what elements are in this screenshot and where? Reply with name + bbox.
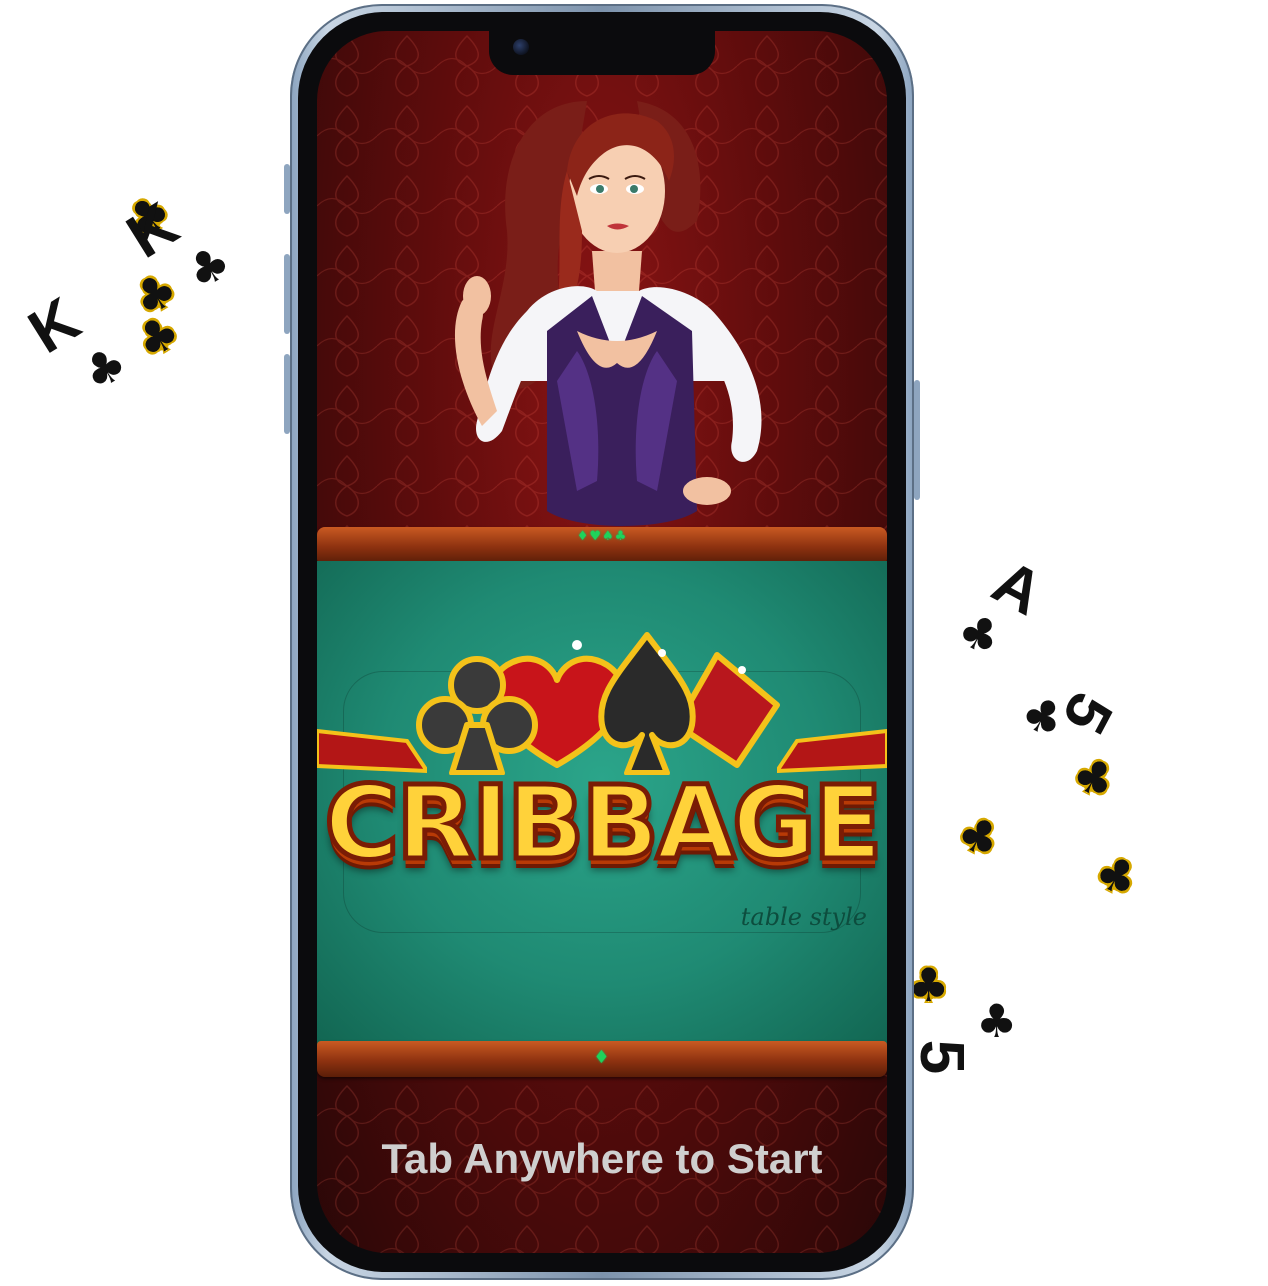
game-title: CRIBBAGE [322, 764, 885, 883]
card-rank: 5 [907, 1039, 977, 1075]
phone-silent-switch [284, 164, 290, 214]
phone-volume-up-button [284, 254, 290, 334]
club-suit-icon: ♣ [976, 994, 1018, 1048]
game-subtitle: table style [740, 903, 867, 931]
phone-notch [489, 31, 715, 75]
phone-volume-down-button [284, 354, 290, 434]
club-suit-icon: ♣ [1063, 744, 1126, 812]
diamond-gem-icon: ♦ [593, 1047, 611, 1068]
start-prompt[interactable]: Tab Anywhere to Start [317, 1135, 887, 1183]
club-suit-icon: ♣ [1086, 842, 1148, 910]
club-suit-icon: ♣ [908, 958, 950, 1012]
table-rail-top: ♦♥♠♣ [317, 527, 887, 563]
playing-card-five-clubs-2: ♣ ♣ 5 [900, 960, 1090, 1230]
dealer-illustration [454, 101, 762, 526]
camera-icon [513, 39, 529, 55]
table-rail-bottom: ♦ [317, 1041, 887, 1077]
game-screen[interactable]: ♦♥♠♣ ♦ CRIBBAGE table style Tab Anywhere… [317, 31, 887, 1253]
phone-frame: ♦♥♠♣ ♦ CRIBBAGE table style Tab Anywhere… [284, 4, 920, 1280]
suit-gems-icon: ♦♥♠♣ [576, 529, 628, 544]
promo-stage: ♣ K ♣ ♣ K ♣ ♣ A ♣ 5 ♣ ♣ ♣ ♣ ♣ ♣ 5 ♦♥♠♣ ♦… [0, 0, 1268, 1286]
phone-power-button [914, 380, 920, 500]
